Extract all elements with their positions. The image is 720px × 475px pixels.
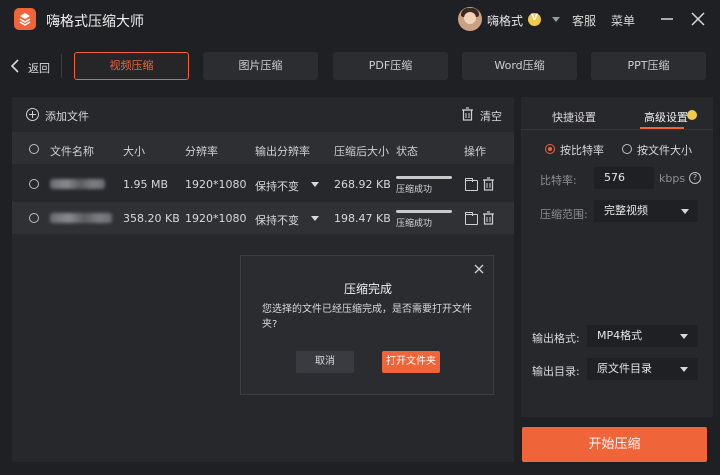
dialog-title: 压缩完成 — [343, 282, 392, 296]
username[interactable]: 嗨格式 — [487, 12, 523, 29]
minimize-icon[interactable] — [658, 10, 676, 28]
chevron-down-icon[interactable] — [680, 367, 688, 372]
col-compressed-size: 压缩后大小 — [334, 145, 389, 158]
col-status: 状态 — [396, 145, 418, 158]
cancel-button[interactable]: 取消 — [296, 351, 354, 373]
tab-video-compress[interactable]: 视频压缩 — [74, 52, 189, 80]
dialog-message: 您选择的文件已经压缩完成，是否需要打开文件夹? — [262, 304, 472, 330]
clear-button[interactable]: 清空 — [480, 108, 502, 124]
status-text: 压缩成功 — [396, 219, 433, 229]
col-resolution: 分辨率 — [185, 145, 218, 158]
col-filename: 文件名称 — [50, 145, 94, 158]
output-dir-label: 输出目录: — [532, 365, 580, 378]
open-folder-button[interactable]: 打开文件夹 — [382, 351, 440, 373]
chevron-down-icon[interactable] — [680, 334, 688, 339]
folder-icon[interactable] — [465, 212, 478, 225]
vip-badge-icon — [528, 13, 541, 26]
bitrate-label: 比特率: — [540, 174, 577, 187]
add-icon[interactable] — [26, 108, 39, 121]
active-tab-indicator — [640, 127, 684, 129]
format-label: 输出格式: — [532, 332, 580, 345]
add-file-button[interactable]: 添加文件 — [45, 108, 89, 124]
trash-icon[interactable] — [482, 177, 495, 191]
trash-icon[interactable] — [461, 107, 474, 121]
compress-complete-dialog: 压缩完成 您选择的文件已经压缩完成，是否需要打开文件夹? 取消 打开文件夹 — [240, 255, 494, 395]
tab-word-compress[interactable]: Word压缩 — [462, 52, 577, 80]
back-button[interactable]: 返回 — [28, 60, 50, 76]
mode-bitrate-label[interactable]: 按比特率 — [560, 142, 604, 158]
app-logo-icon — [14, 8, 36, 30]
help-icon[interactable]: ? — [689, 172, 701, 184]
mode-filesize-radio[interactable] — [622, 144, 632, 154]
vip-badge-icon — [687, 110, 697, 120]
chevron-down-icon[interactable] — [681, 209, 689, 214]
blurred-filename — [50, 213, 112, 223]
progress-bar — [396, 210, 452, 213]
col-output-resolution: 输出分辨率 — [255, 145, 310, 158]
cell-resolution: 1920*1080 — [185, 178, 247, 191]
tab-pdf-compress[interactable]: PDF压缩 — [333, 52, 448, 80]
row-radio[interactable] — [29, 179, 39, 189]
trash-icon[interactable] — [482, 211, 495, 225]
tab-image-compress[interactable]: 图片压缩 — [203, 52, 318, 80]
bitrate-unit: kbps — [659, 172, 686, 185]
start-compress-button[interactable]: 开始压缩 — [522, 427, 707, 462]
bitrate-input[interactable]: 576 — [594, 167, 654, 189]
range-label: 压缩范围: — [540, 208, 588, 221]
cell-size: 1.95 MB — [123, 178, 169, 191]
tab-advanced-settings[interactable]: 高级设置 — [644, 109, 688, 125]
cell-resolution: 1920*1080 — [185, 212, 247, 225]
nav-divider — [61, 54, 62, 78]
cell-size: 358.20 KB — [123, 212, 180, 225]
chevron-down-icon[interactable] — [311, 216, 319, 221]
col-actions: 操作 — [464, 145, 486, 158]
tab-quick-settings[interactable]: 快捷设置 — [552, 109, 596, 125]
title-bar: 嗨格式压缩大师 嗨格式 客服 菜单 — [0, 0, 720, 40]
close-icon[interactable] — [689, 10, 707, 28]
folder-icon[interactable] — [465, 178, 478, 191]
chevron-down-icon[interactable] — [311, 182, 319, 187]
status-text: 压缩成功 — [396, 185, 433, 195]
app-title: 嗨格式压缩大师 — [46, 14, 144, 30]
menu-button[interactable]: 菜单 — [611, 12, 635, 29]
service-button[interactable]: 客服 — [572, 12, 596, 29]
cell-compressed-size: 268.92 KB — [334, 178, 391, 191]
row-radio[interactable] — [29, 213, 39, 223]
avatar[interactable] — [458, 7, 482, 31]
progress-bar — [396, 176, 452, 179]
cell-compressed-size: 198.47 KB — [334, 212, 391, 225]
mode-bitrate-radio[interactable] — [545, 144, 555, 154]
tab-ppt-compress[interactable]: PPT压缩 — [591, 52, 706, 80]
col-size: 大小 — [123, 145, 145, 158]
account-dropdown-icon[interactable] — [552, 17, 560, 22]
blurred-filename — [50, 179, 105, 189]
dialog-close-icon[interactable] — [473, 263, 485, 275]
output-resolution-select[interactable]: 保持不变 — [255, 212, 299, 228]
settings-tab-divider — [521, 129, 713, 130]
mode-filesize-label[interactable]: 按文件大小 — [637, 142, 692, 158]
select-all-radio[interactable] — [29, 144, 39, 154]
output-resolution-select[interactable]: 保持不变 — [255, 178, 299, 194]
back-arrow-icon[interactable] — [10, 58, 20, 74]
